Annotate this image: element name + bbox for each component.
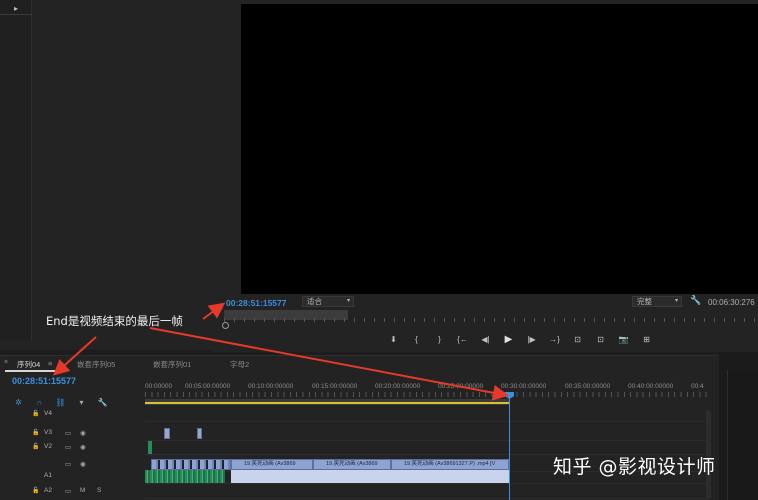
left-panel: ▸ <box>0 0 212 350</box>
lock-icon[interactable]: 🔓 <box>32 410 39 417</box>
mark-in-button[interactable]: { <box>405 333 428 347</box>
audio-clip[interactable] <box>231 470 509 483</box>
lift-button[interactable]: ⊡ <box>566 333 589 347</box>
linked-selection-icon[interactable]: ⛓ <box>54 398 67 407</box>
eye-icon[interactable]: ◉ <box>80 460 86 468</box>
track-lane[interactable] <box>145 484 709 499</box>
track-v4: 🔓 V4 <box>0 407 719 422</box>
track-v3: 🔓 V3 ▭ ◉ <box>0 426 719 441</box>
track-name: A2 <box>44 487 52 494</box>
tab-nested-sequence-01[interactable]: 嵌套序列01 <box>153 359 191 370</box>
timeline-playhead[interactable] <box>509 396 510 500</box>
track-name: V2 <box>44 443 52 450</box>
ruler-label: 00:4 <box>691 383 704 390</box>
ruler-label: 00:10:00:00000 <box>248 383 294 390</box>
tab-nested-sequence-05[interactable]: 嵌套序列05 <box>77 359 115 370</box>
work-area-bar[interactable] <box>145 399 509 405</box>
clip-label: 19.笑死动画 (Av3869 <box>326 461 378 467</box>
fit-dropdown[interactable]: 适合 ▾ <box>302 296 354 307</box>
quality-dropdown-label: 完整 <box>637 297 652 306</box>
magnet-icon[interactable]: ∩ <box>33 398 46 407</box>
ruler-ticks <box>145 392 709 397</box>
annotation-text: End是视频结束的最后一帧 <box>46 314 183 328</box>
lock-icon[interactable]: 🔓 <box>32 487 39 494</box>
track-lane[interactable] <box>145 426 709 441</box>
ruler-label: 00:20:00:00000 <box>375 383 421 390</box>
film-icon[interactable]: ▭ <box>65 443 71 451</box>
right-panel-inner <box>727 370 758 500</box>
track-name: A1 <box>44 472 52 479</box>
timeline-timecode[interactable]: 00:28:51:15577 <box>12 376 76 386</box>
left-panel-strip <box>0 0 32 340</box>
close-icon[interactable]: × <box>4 359 8 366</box>
right-side-panel <box>719 352 758 500</box>
marker-icon[interactable]: ▾ <box>75 398 88 407</box>
snap-icon[interactable]: ✲ <box>12 398 25 407</box>
export-frame-button[interactable]: 📷 <box>612 333 635 347</box>
quality-dropdown[interactable]: 完整 ▾ <box>632 296 682 307</box>
clip-item[interactable] <box>164 428 170 439</box>
film-icon[interactable]: ▭ <box>65 429 71 437</box>
chevron-down-icon: ▾ <box>346 298 350 304</box>
active-tab-underline <box>5 370 55 372</box>
audio-track-icon[interactable]: ▭ <box>65 487 71 495</box>
step-forward-button[interactable]: |▶ <box>520 333 543 347</box>
clip-label: 19.笑死动画 (Av3869 <box>244 461 296 467</box>
ruler-label: 00:25:00:00000 <box>438 383 484 390</box>
play-button[interactable]: ▶ <box>497 333 520 347</box>
panel-header-divider <box>0 14 32 15</box>
video-preview[interactable] <box>241 4 758 294</box>
monitor-playhead[interactable] <box>222 322 229 329</box>
add-marker-button[interactable]: ⬇ <box>382 333 405 347</box>
go-to-in-button[interactable]: {← <box>451 333 474 347</box>
step-back-button[interactable]: ◀| <box>474 333 497 347</box>
track-name: V3 <box>44 429 52 436</box>
ruler-label: 00:40:00:00000 <box>628 383 674 390</box>
tab-menu-icon[interactable]: ≡ <box>48 359 52 368</box>
ruler-label: 00:15:00:00000 <box>312 383 358 390</box>
monitor-timecode[interactable]: 00:28:51:15577 <box>226 298 287 308</box>
work-area-range <box>145 402 509 404</box>
ruler-label: 00:05:00:00000 <box>185 383 231 390</box>
eye-icon[interactable]: ◉ <box>80 429 86 437</box>
clip-item[interactable] <box>148 441 152 454</box>
chevron-down-icon: ▾ <box>674 298 678 304</box>
timeline-tools: ✲ ∩ ⛓ ▾ 🔧 <box>12 398 109 407</box>
ruler-label: 00:35:00:00000 <box>565 383 611 390</box>
wrench-icon[interactable]: 🔧 <box>96 398 109 407</box>
solo-button[interactable]: S <box>97 487 101 494</box>
lock-icon[interactable]: 🔓 <box>32 443 39 450</box>
ruler-label: 00:30:00:00000 <box>501 383 547 390</box>
eye-icon[interactable]: ◉ <box>80 443 86 451</box>
film-icon[interactable]: ▭ <box>65 460 71 468</box>
premiere-workspace: ▸ 00:28:51:15577 适合 ▾ 完整 ▾ 🔧 00:06:30:27… <box>0 0 758 500</box>
scrub-ticks <box>224 318 758 322</box>
wrench-icon[interactable]: 🔧 <box>690 295 701 306</box>
transport-controls: ⬇ { } {← ◀| ▶ |▶ →} ⊡ ⊡ 📷 ⊞ <box>382 333 658 347</box>
watermark: 知乎 @影视设计师 <box>553 456 716 478</box>
comparison-view-button[interactable]: ⊞ <box>635 333 658 347</box>
program-monitor: 00:28:51:15577 适合 ▾ 完整 ▾ 🔧 00:06:30:276 … <box>212 0 758 352</box>
track-a2: 🔓 A2 ▭ M S <box>0 484 719 499</box>
ruler-label: 00:00000 <box>145 383 173 390</box>
extract-button[interactable]: ⊡ <box>589 333 612 347</box>
tab-subtitle-2[interactable]: 字母2 <box>230 359 249 370</box>
timeline-tabs: × 序列04 ≡ 嵌套序列05 嵌套序列01 字母2 <box>0 356 719 372</box>
track-name: V4 <box>44 410 52 417</box>
lock-icon[interactable]: 🔓 <box>32 429 39 436</box>
monitor-scrub-bar[interactable] <box>222 310 758 322</box>
clip-label: 19.笑死动画 (Av38691327.P) .mp4 [V <box>404 461 496 467</box>
mute-button[interactable]: M <box>80 487 85 494</box>
monitor-duration: 00:06:30:276 <box>708 298 755 307</box>
mark-out-button[interactable]: } <box>428 333 451 347</box>
go-to-out-button[interactable]: →} <box>543 333 566 347</box>
fit-dropdown-label: 适合 <box>307 297 322 306</box>
track-lane[interactable] <box>145 407 709 422</box>
audio-clip[interactable] <box>145 470 225 483</box>
time-ruler[interactable]: 00:00000 00:05:00:00000 00:10:00:00000 0… <box>145 380 709 398</box>
tab-sequence-04[interactable]: 序列04 <box>17 359 40 370</box>
clip-item[interactable] <box>197 428 202 439</box>
play-triangle-icon: ▸ <box>13 4 18 13</box>
